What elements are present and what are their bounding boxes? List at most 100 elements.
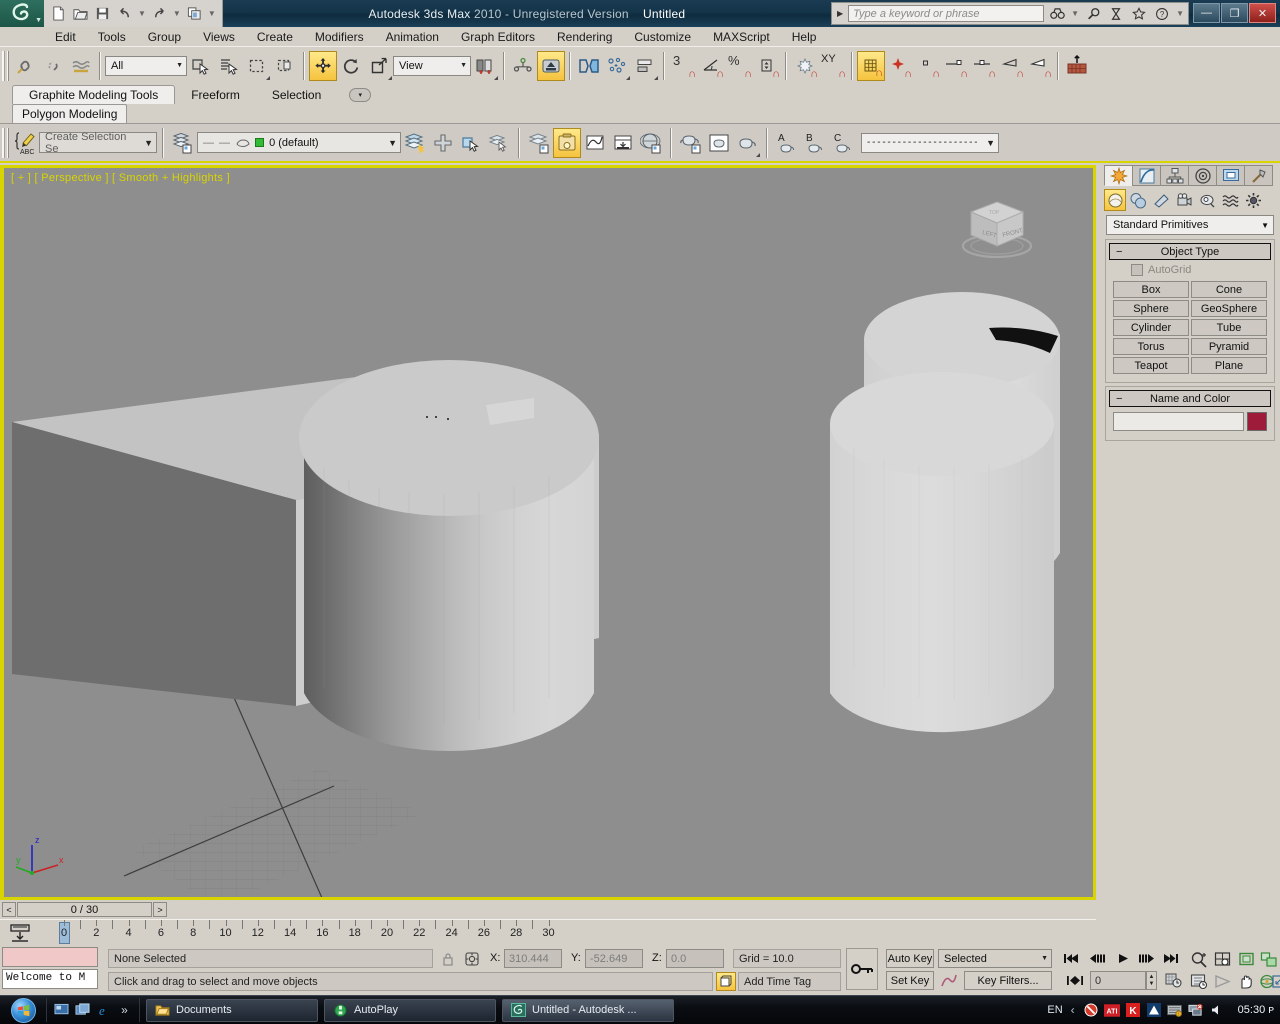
scene-explorer-icon[interactable] <box>525 128 553 158</box>
select-by-name-icon[interactable] <box>215 51 243 81</box>
x-coord-field[interactable]: 310.444 <box>504 949 562 968</box>
curve-editor-icon[interactable] <box>581 128 609 158</box>
walk-through-button[interactable] <box>1212 971 1233 992</box>
align-icon[interactable] <box>631 51 659 81</box>
z-coord-field[interactable]: 0.0 <box>666 949 724 968</box>
set-key-button[interactable]: Set Key <box>886 971 934 990</box>
render-preset-dropdown[interactable]: - - - - - - - - - - - - - - - - - - - - … <box>861 132 999 153</box>
utilities-tab[interactable] <box>1244 165 1273 186</box>
ribbon-grip[interactable] <box>2 127 9 158</box>
current-frame-spinner-field[interactable]: 0 <box>1090 971 1146 990</box>
bind-to-space-warp-icon[interactable] <box>67 51 95 81</box>
named-selection-sets-icon[interactable] <box>509 51 537 81</box>
key-filters-button[interactable]: Key Filters... <box>964 971 1052 990</box>
frame-spinner-arrows[interactable]: ▲ ▼ <box>1146 971 1157 990</box>
autodesk-tray-icon[interactable] <box>1146 1002 1162 1018</box>
select-and-scale-icon[interactable] <box>365 51 393 81</box>
play-animation-button[interactable] <box>1112 949 1134 968</box>
vertex-snap-icon[interactable]: ∩ <box>913 51 941 81</box>
layer-explorer-icon[interactable] <box>169 128 197 158</box>
zoom-extents-button[interactable] <box>1236 949 1257 970</box>
edge-midpoint-snap-icon[interactable]: ∩ <box>969 51 997 81</box>
use-pivot-point-center-icon[interactable] <box>471 51 499 81</box>
menu-item-help[interactable]: Help <box>781 28 828 46</box>
current-frame-readout[interactable]: 0 / 30 <box>17 902 152 917</box>
select-and-link-icon[interactable] <box>11 51 39 81</box>
select-and-move-icon[interactable] <box>309 50 337 81</box>
maxscript-listener-mini[interactable] <box>2 947 98 967</box>
reference-coordinate-system-dropdown[interactable]: View ▼ <box>393 55 471 76</box>
viewcube[interactable]: LEFT FRONT TOP <box>949 198 1045 260</box>
dope-sheet-icon[interactable] <box>609 128 637 158</box>
manage-scene-states-icon[interactable] <box>553 127 581 158</box>
viewport-label[interactable]: [ + ] [ Perspective ] [ Smooth + Highlig… <box>11 172 230 184</box>
object-name-field[interactable] <box>1113 412 1244 431</box>
menu-item-customize[interactable]: Customize <box>623 28 702 46</box>
render-frame-window-icon[interactable] <box>705 128 733 158</box>
undo-icon[interactable] <box>115 4 134 23</box>
render-preset-b-icon[interactable]: B <box>801 128 829 158</box>
quick-launch-overflow-icon[interactable]: » <box>116 1002 133 1019</box>
edit-named-selection-sets-icon[interactable]: ∩ <box>791 51 819 81</box>
taskbar-clock[interactable]: 05:30 ᴘ <box>1230 1004 1274 1016</box>
absolute-relative-mode-icon[interactable] <box>462 949 482 968</box>
xy-constraint-icon[interactable]: XY ∩ <box>819 51 847 81</box>
box-button[interactable]: Box <box>1113 281 1189 298</box>
keyboard-tray-icon[interactable]: ! <box>1167 1002 1183 1018</box>
new-file-icon[interactable] <box>49 4 68 23</box>
edge-endpoint-snap-icon[interactable]: ∩ <box>941 51 969 81</box>
name-and-color-header[interactable]: − Name and Color <box>1109 390 1271 407</box>
help-dropdown-icon[interactable]: ▼ <box>1175 9 1185 18</box>
project-folder-icon[interactable] <box>185 4 204 23</box>
modify-tab[interactable] <box>1132 165 1161 186</box>
add-selection-to-layer-icon[interactable] <box>429 128 457 158</box>
quick-render-icon[interactable] <box>733 128 761 158</box>
zoom-all-button[interactable] <box>1212 949 1233 970</box>
redo-icon[interactable] <box>150 4 169 23</box>
go-to-end-button[interactable] <box>1160 949 1182 968</box>
create-selection-set-dropdown[interactable]: Create Selection Se ▼ <box>39 131 157 155</box>
select-object-layer-icon[interactable] <box>457 128 485 158</box>
ribbon-tab-selection[interactable]: Selection <box>256 86 337 104</box>
ati-catalyst-tray-icon[interactable]: ATI <box>1103 1002 1120 1018</box>
autogrid-checkbox[interactable] <box>1131 264 1143 276</box>
time-tag-icon[interactable] <box>716 972 736 991</box>
y-coord-field[interactable]: -52.649 <box>585 949 643 968</box>
show-desktop-icon[interactable] <box>53 1002 70 1019</box>
redo-dropdown-icon[interactable]: ▼ <box>172 9 182 18</box>
activeshade-icon[interactable] <box>1063 51 1091 81</box>
tray-expand-icon[interactable]: ‹ <box>1068 1003 1078 1017</box>
torus-button[interactable]: Torus <box>1113 338 1189 355</box>
selection-lock-toggle-icon[interactable] <box>440 949 456 968</box>
menu-item-group[interactable]: Group <box>137 28 192 46</box>
menu-item-views[interactable]: Views <box>192 28 246 46</box>
add-time-tag-text[interactable]: Add Time Tag <box>738 972 841 991</box>
qat-customize-icon[interactable]: ▼ <box>207 9 217 18</box>
menu-item-graph-editors[interactable]: Graph Editors <box>450 28 546 46</box>
previous-frame-small-button[interactable]: < <box>2 902 16 917</box>
render-preset-a-icon[interactable]: A <box>773 128 801 158</box>
volume-tray-icon[interactable] <box>1209 1002 1225 1018</box>
binoculars-dropdown-icon[interactable]: ▼ <box>1070 9 1080 18</box>
autogrid-row[interactable]: AutoGrid <box>1109 260 1271 278</box>
key-mode-toggle-button[interactable] <box>846 948 878 990</box>
rectangular-selection-region-icon[interactable] <box>243 51 271 81</box>
menu-item-modifiers[interactable]: Modifiers <box>304 28 375 46</box>
object-color-swatch[interactable] <box>1247 412 1267 431</box>
next-frame-small-button[interactable]: > <box>153 902 167 917</box>
menu-item-edit[interactable]: Edit <box>44 28 87 46</box>
maximize-viewport-toggle-button[interactable] <box>1272 971 1280 992</box>
zoom-button[interactable] <box>1188 949 1209 970</box>
undo-dropdown-icon[interactable]: ▼ <box>137 9 147 18</box>
primitive-subcategory-dropdown[interactable]: Standard Primitives ▼ <box>1106 215 1274 235</box>
create-new-layer-icon[interactable] <box>401 128 429 158</box>
time-configuration-button[interactable] <box>1162 971 1184 990</box>
create-tab[interactable] <box>1104 165 1133 186</box>
search-input[interactable] <box>848 5 1045 22</box>
menu-item-animation[interactable]: Animation <box>375 28 450 46</box>
next-frame-button[interactable] <box>1136 949 1158 968</box>
ribbon-subtab-polygon-modeling[interactable]: Polygon Modeling <box>12 104 128 123</box>
array-icon[interactable] <box>603 51 631 81</box>
selection-filter-dropdown[interactable]: All ▼ <box>105 55 187 76</box>
menu-item-create[interactable]: Create <box>246 28 304 46</box>
